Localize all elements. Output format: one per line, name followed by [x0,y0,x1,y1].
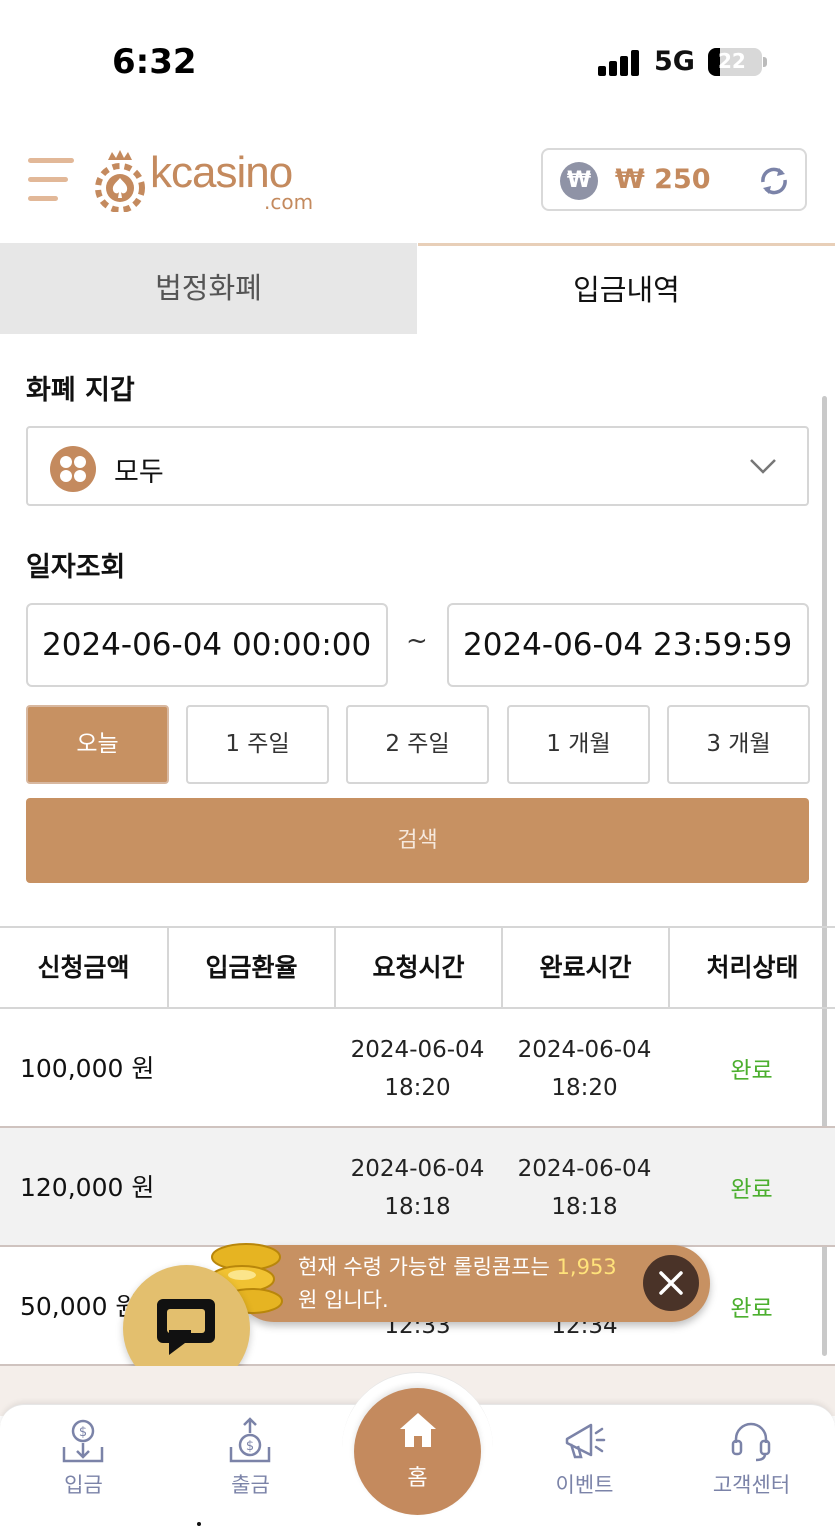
headset-icon [731,1422,771,1462]
row-amount: 100,000 원 [20,1054,155,1083]
won-icon: ₩ [560,162,598,200]
column-header: 요청시간 [334,928,501,1007]
nav-event[interactable]: 이벤트 [501,1405,668,1525]
nav-withdraw[interactable]: $ 출금 [167,1405,334,1525]
table-row: 120,000 원 2024-06-04 18:18 2024-06-04 18… [0,1128,835,1247]
period-3month-button[interactable]: 3 개월 [667,705,810,784]
row-request-clock: 18:18 [384,1194,451,1220]
nav-deposit-label: 입금 [64,1473,103,1497]
tab-deposit-history[interactable]: 입금내역 [418,243,835,334]
toast-text-before: 현재 수령 가능한 롤링콤프는 [298,1255,557,1279]
toast-highlight-amount: 1,953 [556,1255,617,1279]
date-label: 일자조회 [26,552,126,583]
rolling-comp-toast[interactable]: 현재 수령 가능한 롤링콤프는 1,953 원 입니다. [236,1245,710,1322]
column-header: 처리상태 [668,928,835,1007]
column-header: 입금환율 [167,928,334,1007]
battery-level: 22 [718,49,746,73]
poker-chip-icon [95,150,145,212]
tab-fiat[interactable]: 법정화폐 [0,243,417,334]
nav-deposit[interactable]: $ 입금 [0,1405,167,1525]
table-header: 신청금액 입금환율 요청시간 완료시간 처리상태 [0,926,835,1009]
chat-icon [157,1299,215,1355]
date-from-input[interactable]: 2024-06-04 00:00:00 [26,603,388,687]
table-row: 100,000 원 2024-06-04 18:20 2024-06-04 18… [0,1009,835,1128]
wallet-label: 화폐 지갑 [26,375,135,406]
row-amount: 120,000 원 [20,1173,155,1202]
date-separator: ~ [406,626,428,656]
column-header: 신청금액 [37,953,130,982]
period-1month-button[interactable]: 1 개월 [507,705,650,784]
signal-icon [598,50,642,76]
battery-icon: 22 [708,48,762,76]
toast-message: 현재 수령 가능한 롤링콤프는 1,953 원 입니다. [298,1251,638,1317]
nav-event-label: 이벤트 [555,1473,614,1497]
row-request-time: 2024-06-04 18:18 [334,1150,501,1226]
page-dot [197,1522,201,1526]
refresh-icon[interactable] [755,162,793,200]
close-icon [659,1271,683,1295]
row-done-date: 2024-06-04 [517,1037,652,1063]
period-1week-button[interactable]: 1 주일 [186,705,329,784]
toast-text-after: 원 입니다. [298,1288,389,1312]
row-done-clock: 18:20 [551,1075,618,1101]
wallet-select[interactable]: 모두 [26,426,809,506]
status-bar: 6:32 5G 22 [0,0,835,110]
row-request-date: 2024-06-04 [350,1156,485,1182]
chevron-down-icon [750,459,776,474]
logo-sub: .com [264,190,314,214]
menu-icon[interactable] [28,158,74,202]
deposit-icon: $ [62,1419,104,1463]
nav-home-label: 홈 [407,1466,428,1491]
period-today-button[interactable]: 오늘 [26,705,169,784]
balance-amount: ₩ 250 [615,164,711,195]
nav-withdraw-label: 출금 [231,1473,270,1497]
nav-support[interactable]: 고객센터 [668,1405,835,1525]
svg-text:$: $ [79,1425,87,1440]
row-request-time: 2024-06-04 18:20 [334,1031,501,1107]
all-grid-icon [50,446,96,492]
home-icon [400,1413,436,1447]
row-status: 완료 [730,1058,773,1084]
date-to-input[interactable]: 2024-06-04 23:59:59 [447,603,809,687]
svg-text:$: $ [246,1439,254,1454]
search-button[interactable]: 검색 [26,798,809,883]
column-header: 완료시간 [501,928,668,1007]
row-status: 완료 [730,1177,773,1203]
row-done-time: 2024-06-04 18:20 [501,1031,668,1107]
app-header: kcasino .com ₩ ₩ 250 [0,130,835,230]
toast-close-button[interactable] [643,1255,699,1311]
row-amount: 50,000 원 [20,1292,139,1321]
row-request-date: 2024-06-04 [350,1037,485,1063]
logo[interactable]: kcasino .com [94,148,334,220]
row-request-clock: 18:20 [384,1075,451,1101]
megaphone-icon [565,1423,606,1459]
row-done-clock: 18:18 [551,1194,618,1220]
nav-home[interactable]: 홈 [354,1388,481,1515]
period-2week-button[interactable]: 2 주일 [346,705,489,784]
nav-support-label: 고객센터 [712,1473,791,1497]
withdraw-icon: $ [229,1417,271,1463]
wallet-select-value: 모두 [114,457,164,488]
status-time: 6:32 [112,42,197,82]
balance-display[interactable]: ₩ ₩ 250 [541,148,807,211]
row-done-time: 2024-06-04 18:18 [501,1150,668,1226]
network-type: 5G [654,46,695,77]
tab-bar: 법정화폐 입금내역 [0,243,835,334]
row-done-date: 2024-06-04 [517,1156,652,1182]
battery-tip [763,57,767,67]
